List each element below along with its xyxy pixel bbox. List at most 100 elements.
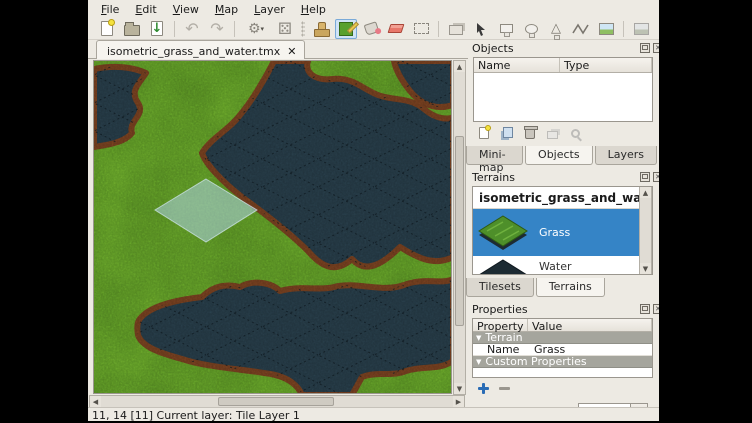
map-vertical-scrollbar[interactable]: ▲ ▼: [453, 60, 466, 395]
rect-select-icon: [414, 23, 429, 34]
status-bar: 11, 14 [11] Current layer: Tile Layer 1: [88, 407, 659, 421]
tab-close-icon[interactable]: ✕: [287, 45, 296, 58]
terrains-list: isometric_grass_and_water Grass Water ▲ …: [472, 186, 653, 275]
tab-minimap[interactable]: Mini-map: [466, 146, 523, 165]
prop-group-label: Custom Properties: [485, 355, 586, 368]
status-text: 11, 14 [11] Current layer: Tile Layer 1: [92, 409, 300, 421]
open-file-button[interactable]: [121, 19, 143, 39]
insert-polyline-button[interactable]: [570, 19, 592, 39]
scroll-down-icon[interactable]: ▼: [640, 263, 651, 274]
map-canvas[interactable]: [93, 60, 452, 394]
prop-col-value[interactable]: Value: [528, 319, 652, 331]
plus-icon: [478, 383, 489, 394]
insert-ellipse-button[interactable]: [520, 19, 542, 39]
vscroll-thumb[interactable]: [455, 136, 464, 326]
new-file-icon: [101, 21, 113, 36]
menu-map[interactable]: Map: [208, 1, 245, 18]
terrain-item-label: Grass: [539, 226, 570, 239]
menu-edit[interactable]: Edit: [128, 1, 163, 18]
insert-rectangle-button[interactable]: [495, 19, 517, 39]
redo-button[interactable]: ↷: [206, 19, 228, 39]
commands-button[interactable]: ⚙▾: [241, 19, 271, 39]
collapse-icon[interactable]: ▼: [476, 358, 481, 366]
menu-view[interactable]: View: [166, 1, 206, 18]
move-object-button[interactable]: [544, 125, 561, 141]
new-object-icon: [479, 127, 489, 139]
menu-layer[interactable]: Layer: [247, 1, 292, 18]
tiled-window: File Edit View Map Layer Help ↓ ↶ ↷ ⚙▾ ⚄…: [88, 0, 659, 421]
objects-list[interactable]: Name Type: [473, 57, 653, 122]
insert-tile-object-button[interactable]: [595, 19, 617, 39]
tab-terrains[interactable]: Terrains: [536, 278, 605, 297]
new-object-button[interactable]: [475, 125, 492, 141]
objects-col-type[interactable]: Type: [560, 58, 652, 72]
terrain-item-grass[interactable]: Grass: [473, 209, 652, 256]
scroll-left-icon[interactable]: ◀: [90, 396, 101, 407]
tab-layers[interactable]: Layers: [595, 146, 657, 165]
select-objects-button[interactable]: [470, 19, 492, 39]
add-property-button[interactable]: [476, 382, 491, 395]
menu-help[interactable]: Help: [294, 1, 333, 18]
eraser-button[interactable]: [385, 19, 407, 39]
document-tab-label: isometric_grass_and_water.tmx: [107, 45, 280, 58]
tab-tilesets[interactable]: Tilesets: [466, 278, 534, 297]
close-dock-icon[interactable]: ✕: [653, 43, 659, 53]
properties-toolbar: [476, 382, 512, 395]
polyline-icon: [572, 22, 590, 36]
terrains-scrollbar[interactable]: ▲ ▼: [639, 187, 652, 274]
document-tab[interactable]: isometric_grass_and_water.tmx ✕: [96, 40, 305, 59]
close-dock-icon[interactable]: ✕: [653, 304, 659, 314]
minus-icon: [499, 387, 510, 390]
objects-dock-title: Objects: [472, 42, 637, 55]
float-dock-icon[interactable]: [640, 43, 650, 53]
new-file-button[interactable]: [96, 19, 118, 39]
menu-file[interactable]: File: [94, 1, 126, 18]
undo-button[interactable]: ↶: [181, 19, 203, 39]
duplicate-object-button[interactable]: [498, 125, 515, 141]
map-image-button[interactable]: [630, 19, 652, 39]
objects-group-button[interactable]: [445, 19, 467, 39]
terrain-item-label: Water: [539, 260, 572, 273]
bucket-fill-icon: [363, 21, 379, 35]
remove-object-button[interactable]: [521, 125, 538, 141]
isometric-map: [94, 61, 452, 394]
bucket-fill-button[interactable]: [360, 19, 382, 39]
hscroll-thumb[interactable]: [218, 397, 334, 406]
terrain-item-water[interactable]: Water: [473, 256, 652, 275]
float-dock-icon[interactable]: [640, 172, 650, 182]
stamp-icon: [314, 22, 329, 36]
scroll-up-icon[interactable]: ▲: [640, 187, 651, 198]
scroll-down-icon[interactable]: ▼: [454, 383, 465, 394]
collapse-icon[interactable]: ▼: [476, 334, 481, 342]
scroll-up-icon[interactable]: ▲: [454, 61, 465, 72]
close-dock-icon[interactable]: ✕: [653, 172, 659, 182]
tab-objects[interactable]: Objects: [525, 146, 593, 165]
move-objects-icon: [547, 131, 558, 139]
ellipse-object-icon: [525, 24, 538, 34]
grass-tile-icon: [477, 214, 529, 252]
rect-select-button[interactable]: [410, 19, 432, 39]
objects-col-name[interactable]: Name: [474, 58, 560, 72]
polygon-object-icon: △: [551, 22, 561, 35]
insert-polygon-button[interactable]: △: [545, 19, 567, 39]
goto-object-button[interactable]: [567, 125, 584, 141]
prop-group-custom[interactable]: ▼ Custom Properties: [473, 356, 652, 368]
objects-toolbar: [475, 125, 584, 141]
remove-property-button[interactable]: [497, 382, 512, 395]
dock-tabbar-bottom: Tilesets Terrains: [466, 278, 607, 297]
prop-col-property[interactable]: Property: [473, 319, 528, 331]
save-button[interactable]: ↓: [146, 19, 168, 39]
float-dock-icon[interactable]: [640, 304, 650, 314]
tileset-header: isometric_grass_and_water: [473, 187, 652, 209]
random-mode-button[interactable]: ⚄: [274, 19, 296, 39]
tile-image-icon: [599, 23, 614, 35]
water-tile-icon: [477, 256, 529, 275]
stamp-brush-button[interactable]: [310, 19, 332, 39]
open-folder-icon: [124, 25, 140, 36]
frame-icon: [449, 25, 463, 35]
terrain-brush-icon: [339, 22, 353, 36]
terrain-brush-button[interactable]: [335, 19, 357, 39]
eraser-icon: [388, 24, 405, 33]
scroll-right-icon[interactable]: ▶: [453, 396, 464, 407]
rectangle-object-icon: [500, 24, 513, 33]
